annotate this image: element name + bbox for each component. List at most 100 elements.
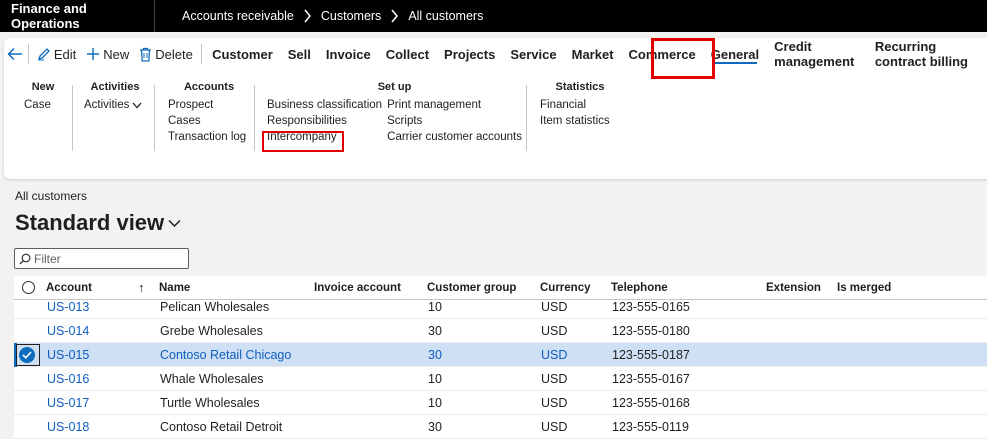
table-row[interactable]: US-016 Whale Wholesales 10 USD 123-555-0… — [14, 367, 987, 391]
chevron-down-icon — [168, 219, 181, 228]
customer-group: 30 — [428, 348, 442, 362]
table-row[interactable]: US-014 Grebe Wholesales 30 USD 123-555-0… — [14, 319, 987, 343]
intercompany-button[interactable]: Intercompany — [267, 129, 387, 145]
search-icon — [19, 253, 31, 265]
view-selector[interactable]: Standard view — [15, 210, 181, 236]
prospect-button[interactable]: Prospect — [168, 97, 250, 113]
group-title-accounts: Accounts — [183, 81, 235, 93]
telephone: 123-555-0168 — [612, 396, 690, 410]
tab-market[interactable]: Market — [564, 38, 621, 70]
divider — [526, 85, 527, 151]
financial-button[interactable]: Financial — [540, 97, 620, 113]
table-row-selected[interactable]: US-015 Contoso Retail Chicago 30 USD 123… — [14, 343, 987, 367]
account-link[interactable]: US-014 — [47, 319, 89, 343]
filter-placeholder: Filter — [34, 251, 61, 266]
delete-label: Delete — [155, 46, 193, 62]
tab-projects[interactable]: Projects — [437, 38, 503, 70]
group-activities: Activities Activities — [84, 81, 146, 113]
customer-group: 10 — [428, 372, 442, 386]
tab-credit-management[interactable]: Credit management — [767, 38, 868, 70]
view-name: Standard view — [15, 210, 165, 235]
currency: USD — [541, 420, 568, 434]
tab-general[interactable]: General — [703, 38, 766, 70]
chevron-down-icon — [132, 102, 142, 109]
group-new: New Case — [18, 81, 68, 113]
edit-button[interactable]: Edit — [32, 38, 81, 70]
carrier-customer-accounts-button[interactable]: Carrier customer accounts — [387, 129, 522, 145]
chevron-right-icon — [303, 9, 312, 23]
telephone: 123-555-0165 — [612, 300, 690, 314]
customer-name: Whale Wholesales — [160, 372, 264, 386]
tab-customer[interactable]: Customer — [205, 38, 281, 70]
customer-name: Grebe Wholesales — [160, 324, 263, 338]
table-row[interactable]: US-017 Turtle Wholesales 10 USD 123-555-… — [14, 391, 987, 415]
customer-name: Turtle Wholesales — [160, 396, 260, 410]
breadcrumb-customers[interactable]: Customers — [321, 9, 381, 23]
currency: USD — [541, 372, 568, 386]
new-label: New — [103, 46, 130, 62]
setup-columns: Business classification Responsibilities… — [267, 97, 522, 145]
telephone: 123-555-0187 — [612, 348, 690, 362]
pencil-icon — [37, 47, 51, 61]
currency: USD — [541, 396, 568, 410]
account-link[interactable]: US-017 — [47, 391, 89, 415]
group-setup: Set up Business classification Responsib… — [267, 81, 522, 145]
group-title-new: New — [31, 81, 55, 93]
item-statistics-button[interactable]: Item statistics — [540, 113, 620, 129]
currency: USD — [541, 324, 568, 338]
print-management-button[interactable]: Print management — [387, 97, 522, 113]
breadcrumb-all-customers[interactable]: All customers — [408, 9, 483, 23]
setup-column-1: Business classification Responsibilities… — [267, 97, 387, 145]
customer-name: Pelican Wholesales — [160, 300, 270, 314]
select-all-radio[interactable] — [22, 281, 35, 294]
filter-input[interactable]: Filter — [14, 248, 189, 269]
account-link[interactable]: US-015 — [47, 343, 89, 367]
divider — [154, 85, 155, 151]
account-link[interactable]: US-018 — [47, 415, 89, 439]
customer-group: 10 — [428, 396, 442, 410]
telephone: 123-555-0119 — [612, 420, 689, 434]
cases-button[interactable]: Cases — [168, 113, 250, 129]
group-title-activities: Activities — [90, 81, 140, 93]
customer-name: Contoso Retail Detroit — [160, 420, 283, 434]
scripts-button[interactable]: Scripts — [387, 113, 522, 129]
responsibilities-button[interactable]: Responsibilities — [267, 113, 387, 129]
customer-group: 30 — [428, 420, 442, 434]
tab-recurring-contract-billing[interactable]: Recurring contract billing — [867, 38, 987, 70]
account-link[interactable]: US-016 — [47, 367, 89, 391]
tab-collect[interactable]: Collect — [378, 38, 436, 70]
plus-icon — [86, 47, 100, 61]
page-caption: All customers — [15, 189, 88, 203]
action-pane: Edit New Delete Customer Sell Invoice Co… — [4, 38, 987, 179]
delete-button[interactable]: Delete — [134, 38, 198, 70]
action-tab-row: Edit New Delete Customer Sell Invoice Co… — [4, 38, 987, 70]
divider — [200, 44, 202, 64]
transaction-log-button[interactable]: Transaction log — [168, 129, 250, 145]
business-classification-button[interactable]: Business classification — [267, 97, 387, 113]
breadcrumb-accounts-receivable[interactable]: Accounts receivable — [182, 9, 294, 23]
group-statistics: Statistics Financial Item statistics — [540, 81, 620, 129]
currency: USD — [541, 348, 568, 362]
activities-dropdown[interactable]: Activities — [84, 97, 146, 113]
tab-commerce[interactable]: Commerce — [621, 38, 703, 70]
case-button[interactable]: Case — [18, 97, 68, 113]
new-button[interactable]: New — [81, 38, 134, 70]
group-accounts: Accounts Prospect Cases Transaction log — [168, 81, 250, 145]
checkmark-icon[interactable] — [19, 347, 35, 363]
activities-label: Activities — [84, 99, 130, 111]
breadcrumb: Accounts receivable Customers All custom… — [182, 9, 483, 23]
tab-service[interactable]: Service — [503, 38, 564, 70]
customers-grid: Account ↑ Name Invoice account Customer … — [14, 276, 987, 439]
divider — [28, 44, 29, 64]
account-link[interactable]: US-013 — [47, 295, 89, 319]
table-row[interactable]: US-013 Pelican Wholesales 10 USD 123-555… — [14, 295, 987, 319]
telephone: 123-555-0167 — [612, 372, 690, 386]
back-arrow-icon[interactable] — [4, 38, 25, 70]
customer-group: 10 — [428, 300, 442, 314]
chevron-right-icon — [390, 9, 399, 23]
table-row[interactable]: US-018 Contoso Retail Detroit 30 USD 123… — [14, 415, 987, 439]
divider — [72, 85, 73, 151]
tab-invoice[interactable]: Invoice — [318, 38, 378, 70]
app-title[interactable]: Finance and Operations — [0, 0, 155, 32]
tab-sell[interactable]: Sell — [280, 38, 318, 70]
